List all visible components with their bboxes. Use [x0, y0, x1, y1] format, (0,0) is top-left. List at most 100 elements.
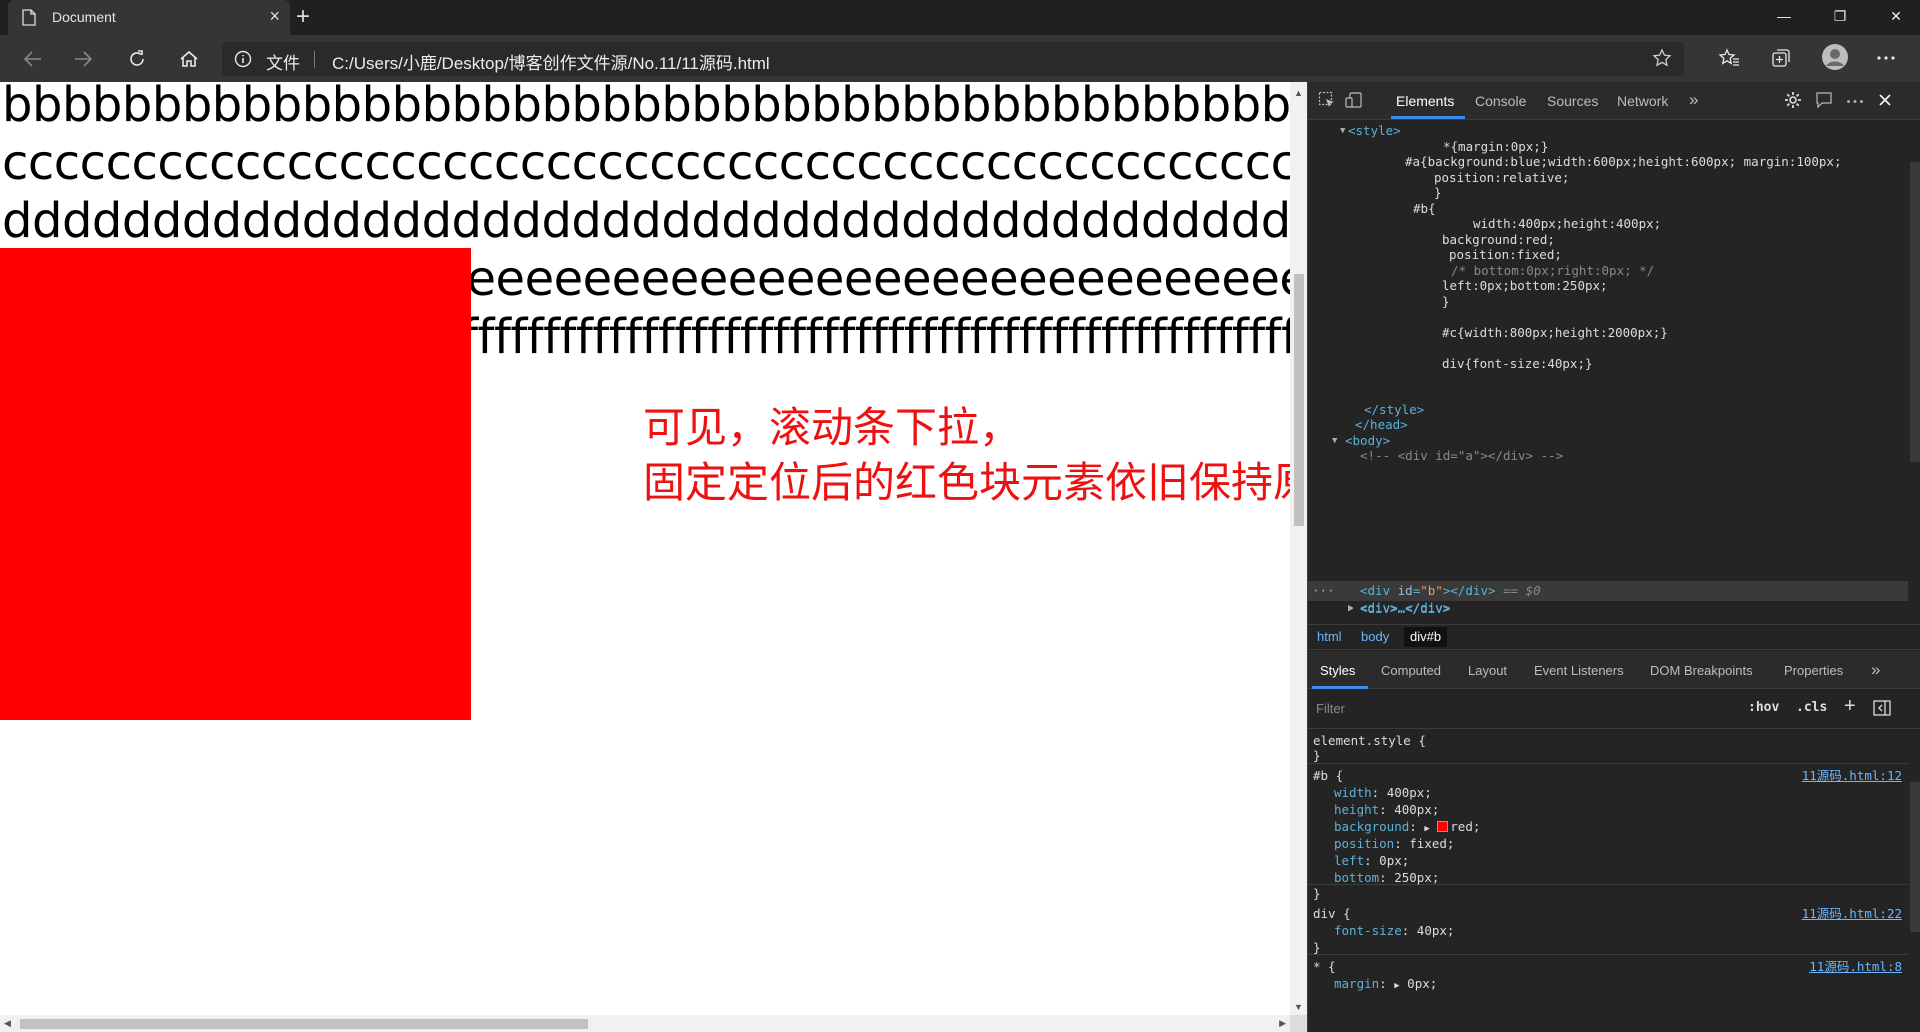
home-button[interactable]: [174, 44, 204, 74]
expand-shorthand-icon[interactable]: ▶: [1424, 824, 1429, 834]
css-line-7: background:red;: [1442, 232, 1555, 247]
profile-avatar-icon[interactable]: [1821, 43, 1849, 71]
more-tabs-icon[interactable]: »: [1689, 90, 1698, 110]
tab-elements[interactable]: Elements: [1396, 93, 1454, 109]
prop-height[interactable]: height: 400px;: [1334, 801, 1439, 818]
styles-pane: element.style { } #b { 11源码.html:12 widt…: [1308, 730, 1908, 1032]
dom-selected-node[interactable]: <div id="b"></div> == $0: [1360, 583, 1541, 599]
window-close-button[interactable]: ✕: [1868, 0, 1920, 35]
css-line-13: div{font-size:40px;}: [1442, 356, 1593, 371]
rule-element-style: element.style { }: [1308, 730, 1908, 764]
dom-style-close[interactable]: </style>: [1364, 402, 1424, 418]
devtools-close-icon[interactable]: [1878, 93, 1892, 107]
rule-universal-selector[interactable]: * {: [1313, 958, 1336, 975]
prop-value: 400px;: [1394, 802, 1440, 817]
hov-toggle[interactable]: :hov: [1748, 700, 1779, 715]
prop-bottom[interactable]: bottom: 250px;: [1334, 869, 1439, 886]
favorite-star-icon[interactable]: [1652, 48, 1672, 68]
forward-button[interactable]: [68, 44, 98, 74]
css-line-8: position:fixed;: [1449, 247, 1562, 262]
horizontal-scroll-thumb[interactable]: [20, 1019, 588, 1029]
styles-scrollbar[interactable]: [1910, 782, 1920, 932]
dom-comment[interactable]: <!-- <div id="a"></div> -->: [1360, 448, 1563, 464]
back-button[interactable]: [18, 44, 48, 74]
annotation-line-1: 可见，滚动条下拉，: [643, 403, 1022, 452]
refresh-button[interactable]: [122, 44, 152, 74]
dom-head-close[interactable]: </head>: [1355, 417, 1408, 433]
collapse-triangle-icon[interactable]: ▶: [1348, 601, 1353, 617]
row-actions-icon[interactable]: ···: [1312, 583, 1335, 599]
device-toolbar-icon[interactable]: [1345, 91, 1363, 109]
tab-dom-breakpoints[interactable]: DOM Breakpoints: [1650, 663, 1753, 678]
dom-body-open[interactable]: <body>: [1345, 433, 1390, 449]
prop-width[interactable]: width: 400px;: [1334, 784, 1432, 801]
scroll-left-arrow-icon[interactable]: ◀: [4, 1018, 11, 1029]
tab-computed[interactable]: Computed: [1381, 663, 1441, 678]
rule-b-close: }: [1313, 886, 1321, 901]
fixed-red-box: [0, 248, 471, 720]
tab-network[interactable]: Network: [1617, 93, 1668, 109]
inspect-element-icon[interactable]: [1318, 91, 1336, 109]
url-field[interactable]: 文件 C:/Users/小鹿/Desktop/博客创作文件源/No.11/11源…: [222, 42, 1684, 76]
forward-arrow-icon: [75, 51, 93, 67]
prop-margin[interactable]: margin: ▶ 0px;: [1334, 975, 1437, 995]
rule-div-selector[interactable]: div {: [1313, 905, 1351, 922]
color-swatch-icon[interactable]: [1437, 821, 1449, 832]
expand-triangle-icon[interactable]: ▼: [1332, 433, 1337, 449]
scroll-down-arrow-icon[interactable]: ▼: [1294, 1002, 1303, 1012]
maximize-button[interactable]: ❐: [1812, 0, 1868, 35]
dom-tree-scrollbar[interactable]: [1910, 162, 1920, 462]
new-rule-button[interactable]: +: [1844, 695, 1856, 718]
devtools-more-icon[interactable]: [1846, 99, 1864, 104]
dom-style-open[interactable]: <style>: [1348, 123, 1401, 139]
browser-tab[interactable]: Document ×: [8, 0, 290, 35]
tab-layout[interactable]: Layout: [1468, 663, 1507, 678]
more-options-icon[interactable]: [1876, 55, 1896, 61]
tab-event-listeners[interactable]: Event Listeners: [1534, 663, 1624, 678]
rule-div-source-link[interactable]: 11源码.html:22: [1802, 905, 1902, 922]
prop-position[interactable]: position: fixed;: [1334, 835, 1454, 852]
expand-shorthand-icon[interactable]: ▶: [1394, 981, 1399, 991]
url-separator: [314, 51, 315, 68]
tab-close-icon[interactable]: ×: [269, 6, 280, 27]
settings-gear-icon[interactable]: [1784, 91, 1802, 109]
prop-name: width: [1334, 785, 1372, 800]
rule-b-selector[interactable]: #b {: [1313, 767, 1343, 784]
feedback-icon[interactable]: [1815, 91, 1833, 109]
favorites-icon[interactable]: [1718, 47, 1740, 69]
page-horizontal-scrollbar[interactable]: ◀ ▶: [0, 1015, 1290, 1032]
breadcrumb-html[interactable]: html: [1317, 629, 1342, 644]
styles-filter-input[interactable]: Filter: [1316, 701, 1345, 716]
scroll-right-arrow-icon[interactable]: ▶: [1279, 1018, 1286, 1029]
rule-universal-source-link[interactable]: 11源码.html:8: [1809, 958, 1902, 975]
url-text[interactable]: C:/Users/小鹿/Desktop/博客创作文件源/No.11/11源码.h…: [332, 49, 770, 74]
toggle-sidebar-icon[interactable]: [1873, 700, 1891, 716]
page-vertical-scrollbar[interactable]: ▲ ▼: [1290, 82, 1307, 1016]
tab-styles[interactable]: Styles: [1320, 663, 1355, 678]
prop-name: left: [1334, 853, 1365, 868]
collections-icon[interactable]: [1770, 47, 1792, 69]
tab-sources[interactable]: Sources: [1547, 93, 1598, 109]
minimize-button[interactable]: —: [1756, 0, 1812, 35]
prop-name: position: [1334, 836, 1395, 851]
prop-left[interactable]: left: 0px;: [1334, 852, 1409, 869]
annotation-note: 可见，滚动条下拉， 固定定位后的红色块元素依旧保持原来的位置。: [643, 400, 1290, 510]
dom-tree: <style> ▼ *{margin:0px;} #a{background:b…: [1308, 121, 1920, 581]
element-style-selector[interactable]: element.style {: [1313, 732, 1426, 749]
breadcrumb-div-b[interactable]: div#b: [1404, 627, 1448, 647]
tab-console[interactable]: Console: [1475, 93, 1526, 109]
prop-font-size[interactable]: font-size: 40px;: [1334, 922, 1454, 939]
dom-div-collapsed-2[interactable]: <div>…</div>: [1360, 601, 1450, 617]
info-icon[interactable]: [234, 50, 252, 68]
css-line-1: *{margin:0px;}: [1443, 139, 1549, 154]
breadcrumb-body[interactable]: body: [1361, 629, 1389, 644]
css-line-5: #b{: [1413, 201, 1436, 216]
cls-toggle[interactable]: .cls: [1796, 700, 1827, 715]
tab-properties[interactable]: Properties: [1784, 663, 1843, 678]
expand-triangle-icon[interactable]: ▼: [1340, 123, 1345, 139]
vertical-scroll-thumb[interactable]: [1294, 274, 1304, 526]
more-style-tabs-icon[interactable]: »: [1871, 660, 1880, 680]
scroll-up-arrow-icon[interactable]: ▲: [1294, 88, 1303, 98]
new-tab-button[interactable]: +: [296, 3, 310, 31]
rule-b-source-link[interactable]: 11源码.html:12: [1802, 767, 1902, 784]
